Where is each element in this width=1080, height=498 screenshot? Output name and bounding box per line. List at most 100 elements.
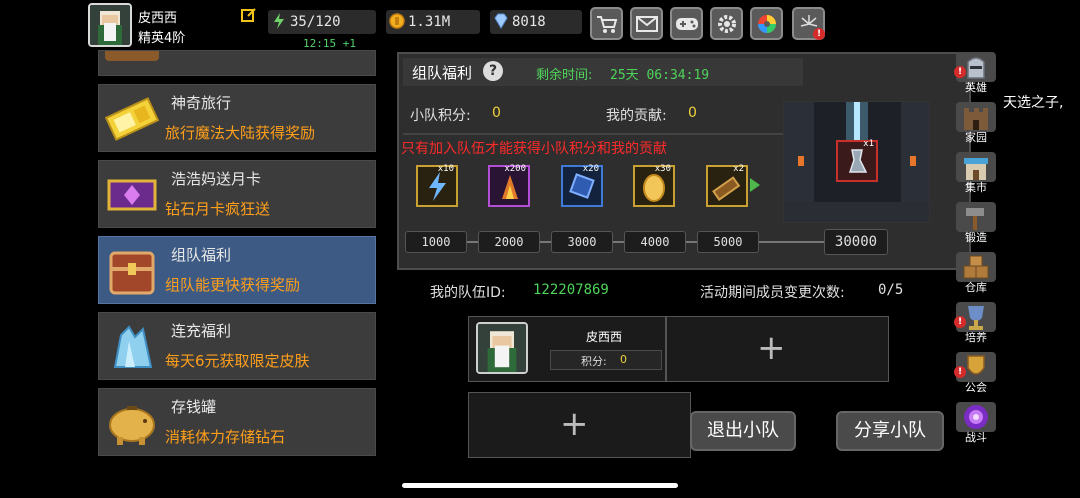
panel-title: 组队福利 (412, 64, 473, 82)
castle-icon (956, 102, 996, 132)
gem-icon (492, 12, 510, 30)
alert-badge: ! (954, 66, 966, 78)
item-title: 神奇旅行 (171, 94, 232, 112)
player-name: 皮西西 (138, 11, 178, 26)
item-subtitle: 消耗体力存储钻石 (165, 428, 286, 446)
nav-label: 仓库 (965, 281, 987, 294)
milestone-6: 30000 (824, 229, 888, 255)
reward-cannon[interactable]: x2 (706, 164, 748, 207)
milestone-1: 1000 (405, 231, 467, 253)
item-subtitle: 钻石月卡疯狂送 (165, 200, 271, 218)
milestone-2: 2000 (478, 231, 540, 253)
nav-training[interactable]: ! 培养 (952, 302, 1000, 348)
remaining-time-value: 25天 06:34:19 (610, 68, 710, 83)
team-id-value: 122207869 (533, 282, 609, 298)
ticket-icon (104, 93, 160, 145)
nav-forge[interactable]: 锻造 (952, 202, 1000, 248)
player-avatar[interactable] (88, 3, 132, 47)
item-title: 浩浩妈送月卡 (171, 170, 262, 188)
shop-icon (956, 152, 996, 182)
nav-battle[interactable]: 战斗 (952, 402, 1000, 448)
list-item-team-bonus[interactable]: 组队福利 组队能更快获得奖励 (98, 236, 376, 304)
team-points-label: 小队积分: (410, 108, 471, 124)
nav-label: 家园 (965, 131, 987, 144)
item-subtitle: 组队能更快获得奖励 (165, 276, 301, 294)
member-avatar (476, 322, 528, 374)
nav-label: 锻造 (965, 231, 987, 244)
alert-badge: ! (954, 316, 966, 328)
reward-blue-gem[interactable]: x20 (561, 164, 603, 207)
add-member-icon[interactable]: + (757, 328, 786, 368)
nav-hero[interactable]: ! 英雄 (952, 52, 1000, 98)
grand-reward-item[interactable]: x1 (836, 139, 878, 182)
leave-team-button[interactable]: 退出小队 (690, 411, 796, 451)
hammer-icon (956, 202, 996, 232)
player-rank: 精英4阶 (138, 31, 186, 46)
milestone-4: 4000 (624, 231, 686, 253)
nav-warehouse[interactable]: 仓库 (952, 252, 1000, 298)
nav-home[interactable]: 家园 (952, 102, 1000, 148)
reward-qty: x200 (504, 164, 526, 174)
home-indicator[interactable] (402, 483, 678, 488)
milestone-3: 3000 (551, 231, 613, 253)
reward-qty: x1 (863, 139, 874, 149)
list-item-recharge[interactable]: 连充福利 每天6元获取限定皮肤 (98, 312, 376, 380)
nav-label: 英雄 (965, 81, 987, 94)
cart-icon[interactable] (590, 7, 623, 40)
scroll-right-arrow-icon[interactable] (748, 176, 762, 198)
alert-badge: ! (954, 366, 966, 378)
crates-icon (956, 252, 996, 282)
reward-qty: x2 (733, 164, 744, 174)
nav-label: 公会 (965, 381, 987, 394)
crystal-icon (105, 321, 159, 373)
reward-egg[interactable]: x30 (633, 164, 675, 207)
item-subtitle: 旅行魔法大陆获得奖励 (165, 124, 316, 142)
nav-label: 培养 (965, 331, 987, 344)
reward-qty: x10 (437, 164, 454, 174)
piggy-bank-icon (105, 397, 159, 449)
color-wheel-icon[interactable] (750, 7, 783, 40)
guild-shield-icon: ! (954, 352, 996, 382)
nav-label: 集市 (965, 181, 987, 194)
my-contribution-label: 我的贡献: (606, 108, 667, 124)
member-points-value: 0 (620, 353, 627, 366)
member-changes-value: 0/5 (878, 282, 904, 298)
reward-fire-crystal[interactable]: x200 (488, 164, 530, 207)
overflow-text: 天选之子, (1003, 95, 1064, 111)
item-title: 连充福利 (171, 322, 232, 340)
energy-timer: 12:15 +1 (303, 37, 356, 50)
chest-icon (105, 245, 159, 297)
list-item-partial (98, 50, 376, 76)
alert-badge: ! (813, 28, 825, 40)
gamepad-icon[interactable] (670, 7, 703, 40)
help-icon[interactable]: ? (483, 61, 503, 81)
list-item-travel[interactable]: 神奇旅行 旅行魔法大陆获得奖励 (98, 84, 376, 152)
portal-icon (956, 402, 996, 432)
nav-label: 战斗 (965, 431, 987, 444)
add-member-icon[interactable]: + (560, 404, 589, 444)
team-id-label: 我的队伍ID: (430, 285, 506, 301)
trophy-icon: ! (954, 302, 996, 332)
card-icon (105, 169, 159, 221)
gear-icon[interactable] (710, 7, 743, 40)
gold-coin-icon (388, 12, 406, 30)
remaining-time-label: 剩余时间: (536, 68, 593, 83)
member-points-label: 积分: (581, 355, 607, 368)
knight-helmet-icon: ! (954, 52, 996, 82)
edit-icon[interactable] (241, 7, 257, 23)
nav-guild[interactable]: ! 公会 (952, 352, 1000, 398)
share-team-button[interactable]: 分享小队 (836, 411, 944, 451)
milestone-5: 5000 (697, 231, 759, 253)
item-subtitle: 每天6元获取限定皮肤 (165, 352, 310, 370)
member-changes-label: 活动期间成员变更次数: (700, 285, 845, 301)
item-title: 组队福利 (171, 246, 232, 264)
fireworks-icon[interactable]: ! (792, 7, 825, 40)
reward-lightning[interactable]: x10 (416, 164, 458, 207)
item-title: 存钱罐 (171, 398, 217, 416)
mail-icon[interactable] (630, 7, 663, 40)
nav-market[interactable]: 集市 (952, 152, 1000, 198)
my-contribution-value: 0 (688, 105, 697, 121)
list-item-monthly-card[interactable]: 浩浩妈送月卡 钻石月卡疯狂送 (98, 160, 376, 228)
divider (403, 133, 783, 135)
list-item-piggy-bank[interactable]: 存钱罐 消耗体力存储钻石 (98, 388, 376, 456)
